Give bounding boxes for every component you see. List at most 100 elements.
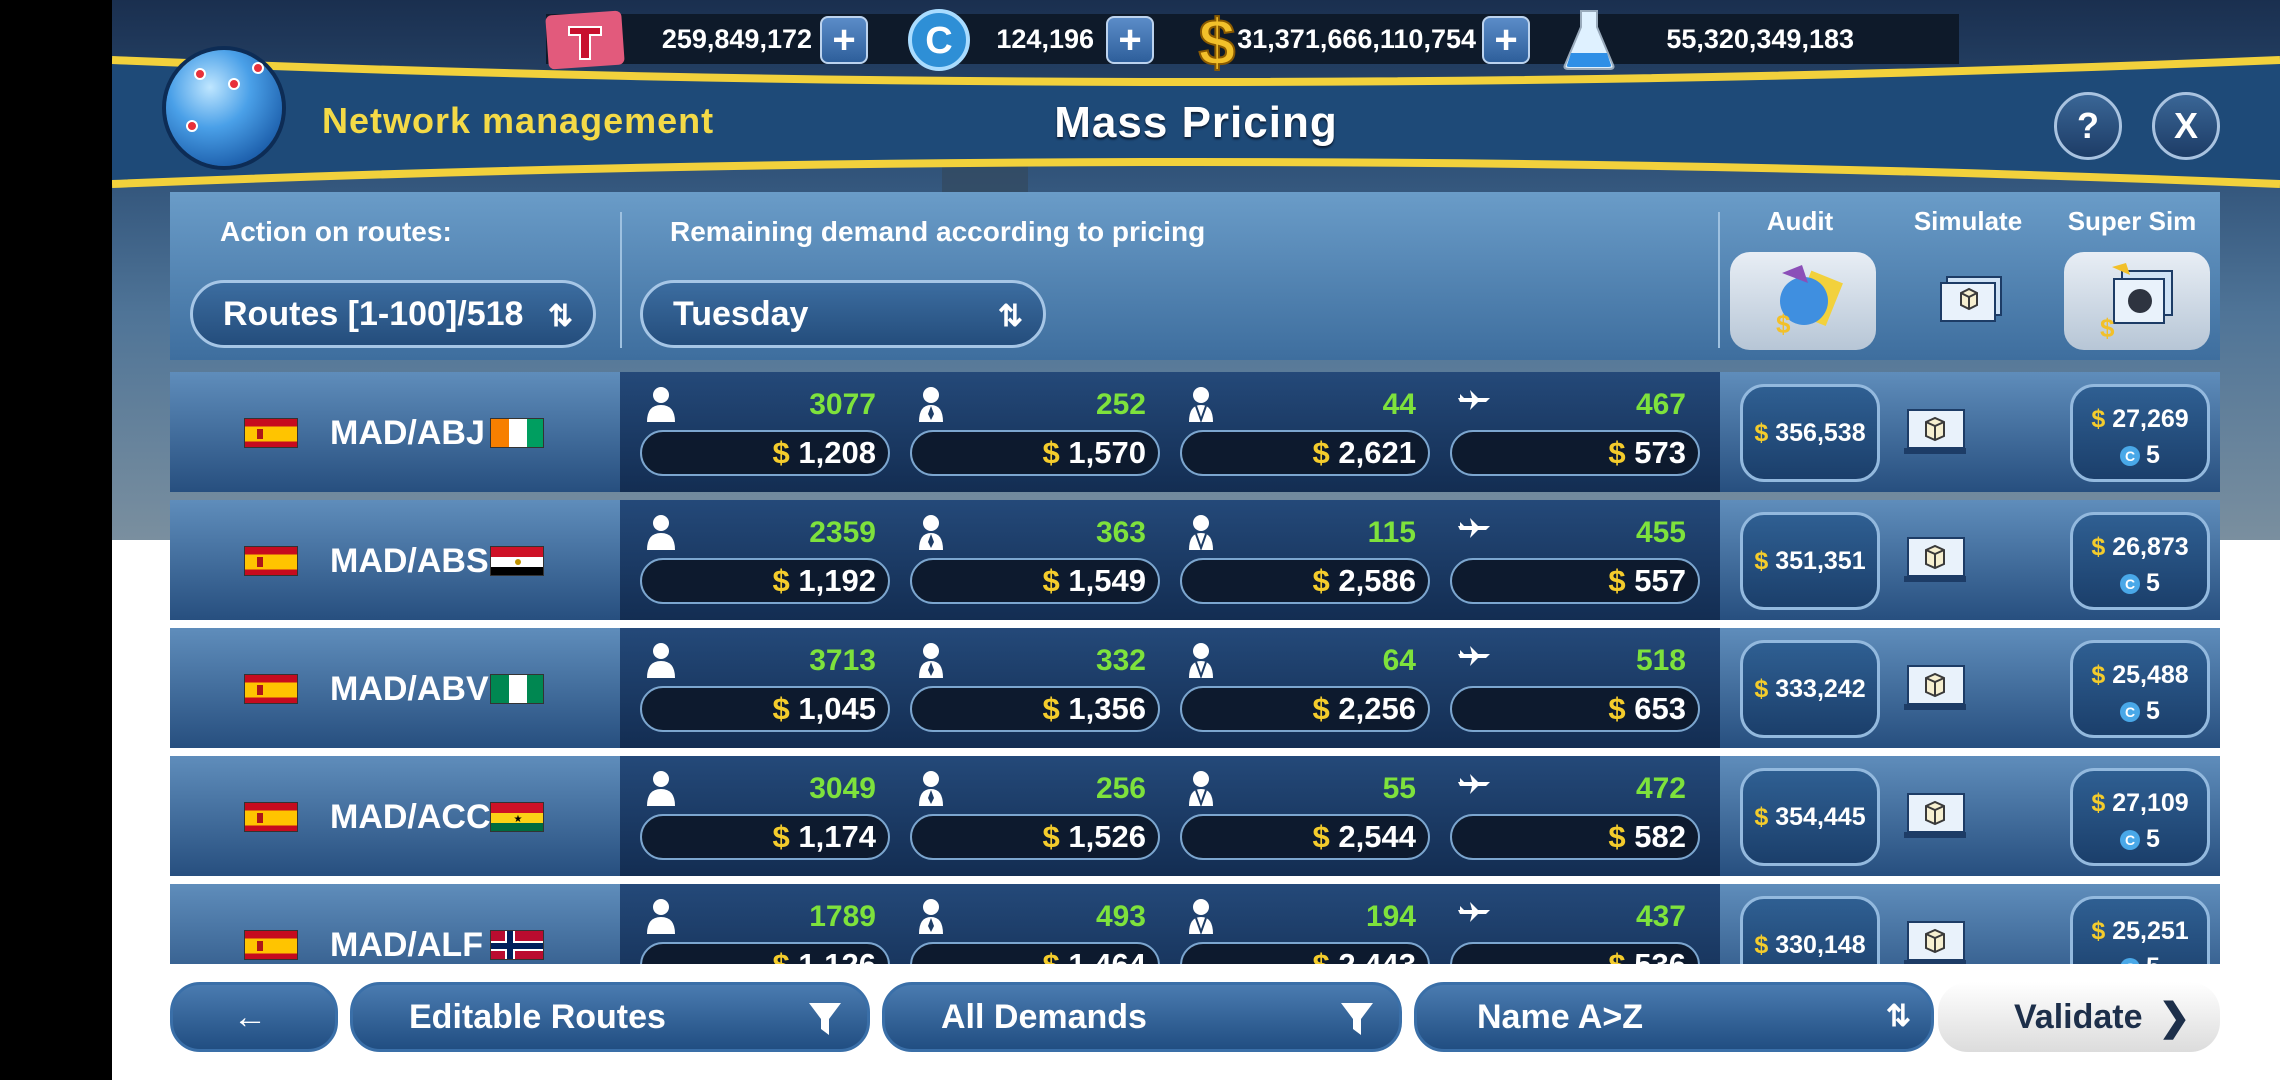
- ticket-price-input[interactable]: $ 1,570: [910, 430, 1160, 476]
- supersim-button[interactable]: $ 27,109 C 5: [2070, 768, 2210, 866]
- simulate-button[interactable]: [1902, 408, 1968, 456]
- ticket-price-input[interactable]: $ 1,126: [640, 942, 890, 964]
- funnel-icon: [1341, 1003, 1373, 1035]
- flag-es-icon: [244, 674, 298, 704]
- ticket-price-input[interactable]: $ 1,464: [910, 942, 1160, 964]
- supersim-cost: 25,251: [2112, 917, 2189, 945]
- remaining-demand: 3713: [809, 644, 876, 677]
- remaining-demand: 256: [1095, 772, 1146, 805]
- routes-range-select[interactable]: Routes [1-100]/518 ⇅: [190, 280, 596, 348]
- class-cell: 2359 $ 1,192: [640, 514, 890, 610]
- ticket-price-input[interactable]: $ 1,174: [640, 814, 890, 860]
- audit-column-header: Audit: [1766, 206, 1834, 236]
- dollar-icon: $: [1754, 546, 1769, 575]
- simulate-button[interactable]: [1902, 920, 1968, 964]
- dollar-icon: $: [772, 691, 790, 726]
- supersim-button[interactable]: $ 26,873 C 5: [2070, 512, 2210, 610]
- ticket-price-input[interactable]: $ 653: [1450, 686, 1700, 732]
- help-button[interactable]: ?: [2054, 92, 2122, 160]
- simulate-all-button[interactable]: [1896, 252, 2042, 350]
- simulate-button[interactable]: [1902, 664, 1968, 712]
- route-row: MAD/ALF 1789 $ 1,126 493 $ 1,464 194 $ 2,443 43…: [170, 884, 2220, 964]
- supersim-all-button[interactable]: $: [2064, 252, 2210, 350]
- simulate-button[interactable]: [1902, 536, 1968, 584]
- route-actions: $ 333,242 $ 25,488 C 5: [1720, 628, 2220, 748]
- price-value: 582: [1634, 819, 1686, 854]
- audit-button[interactable]: $ 356,538: [1740, 384, 1880, 482]
- close-button[interactable]: X: [2152, 92, 2220, 160]
- ticket-price-input[interactable]: $ 1,356: [910, 686, 1160, 732]
- day-select[interactable]: Tuesday ⇅: [640, 280, 1046, 348]
- economy-passenger-icon: [646, 386, 676, 422]
- audit-button[interactable]: $ 333,242: [1740, 640, 1880, 738]
- cube-screen-icon: [1940, 276, 2002, 322]
- ticket-price-input[interactable]: $ 582: [1450, 814, 1700, 860]
- simulate-button[interactable]: [1902, 792, 1968, 840]
- price-value: 2,256: [1338, 691, 1416, 726]
- flag-es-icon: [244, 802, 298, 832]
- supersim-button[interactable]: $ 25,488 C 5: [2070, 640, 2210, 738]
- simulate-column-header: Simulate: [1913, 206, 2023, 236]
- flag-ng-icon: [490, 674, 544, 704]
- c-coin-icon: C: [2120, 446, 2141, 466]
- route-name: MAD/ALF: [330, 926, 483, 964]
- business-passenger-icon: [916, 514, 946, 550]
- back-button[interactable]: ←: [170, 982, 338, 1052]
- sort-select[interactable]: Name A>Z ⇅: [1414, 982, 1934, 1052]
- price-value: 2,621: [1338, 435, 1416, 470]
- ticket-price-input[interactable]: $ 2,544: [1180, 814, 1430, 860]
- supersim-button[interactable]: $ 25,251 C5: [2070, 896, 2210, 964]
- ticket-price-input[interactable]: $ 2,256: [1180, 686, 1430, 732]
- page-title: Mass Pricing: [1054, 98, 1338, 147]
- audit-button[interactable]: $ 330,148: [1740, 896, 1880, 964]
- supersim-button[interactable]: $ 27,269 C 5: [2070, 384, 2210, 482]
- dollar-icon: $: [2091, 917, 2106, 945]
- ticket-price-input[interactable]: $ 1,045: [640, 686, 890, 732]
- route-info: MAD/ABV: [170, 628, 620, 748]
- controls-panel: Action on routes: Routes [1-100]/518 ⇅ R…: [170, 192, 2220, 360]
- class-cell: 194 $ 2,443: [1180, 898, 1430, 964]
- audit-button[interactable]: $ 354,445: [1740, 768, 1880, 866]
- ticket-price-input[interactable]: $ 2,621: [1180, 430, 1430, 476]
- ticket-price-input[interactable]: $ 2,443: [1180, 942, 1430, 964]
- ticket-price-input[interactable]: $ 2,586: [1180, 558, 1430, 604]
- demand-filter-select[interactable]: All Demands: [882, 982, 1402, 1052]
- audit-cost: 330,148: [1775, 930, 1866, 959]
- audit-all-button[interactable]: $: [1730, 252, 1876, 350]
- first-class-passenger-icon: [1186, 386, 1216, 423]
- sort-arrows-icon: ⇅: [1885, 1000, 1911, 1033]
- remaining-demand: 1789: [809, 900, 876, 933]
- audit-cost: 356,538: [1775, 418, 1866, 447]
- ticket-price-input[interactable]: $ 1,549: [910, 558, 1160, 604]
- route-row: MAD/ABS 2359 $ 1,192 363 $ 1,549 115 $ 2,586 45…: [170, 500, 2220, 620]
- ticket-price-input[interactable]: $ 1,192: [640, 558, 890, 604]
- ticket-price-input[interactable]: $ 536: [1450, 942, 1700, 964]
- ticket-price-input[interactable]: $ 557: [1450, 558, 1700, 604]
- price-value: 2,443: [1338, 947, 1416, 964]
- price-value: 1,549: [1068, 563, 1146, 598]
- remaining-demand: 115: [1367, 516, 1416, 549]
- route-actions: $ 351,351 $ 26,873 C 5: [1720, 500, 2220, 620]
- cargo-plane-icon: [1456, 898, 1490, 934]
- validate-button[interactable]: Validate ❯: [1938, 982, 2220, 1052]
- supersim-cost: 25,488: [2112, 661, 2189, 689]
- price-value: 1,526: [1068, 819, 1146, 854]
- cargo-plane-icon: [1456, 770, 1490, 806]
- c-coin-icon: C: [2120, 574, 2141, 594]
- sort-value: Name A>Z: [1477, 997, 1643, 1036]
- class-cell: 493 $ 1,464: [910, 898, 1160, 964]
- validate-label: Validate: [2014, 997, 2143, 1036]
- route-info: MAD/ABJ: [170, 372, 620, 492]
- ticket-price-input[interactable]: $ 1,208: [640, 430, 890, 476]
- route-filter-select[interactable]: Editable Routes: [350, 982, 870, 1052]
- ticket-price-input[interactable]: $ 1,526: [910, 814, 1160, 860]
- ticket-price-input[interactable]: $ 573: [1450, 430, 1700, 476]
- dollar-icon: $: [1608, 563, 1626, 598]
- dollar-icon: $: [1608, 691, 1626, 726]
- price-value: 1,208: [798, 435, 876, 470]
- remaining-demand: 455: [1635, 516, 1686, 549]
- audit-button[interactable]: $ 351,351: [1740, 512, 1880, 610]
- dollar-icon: $: [1754, 674, 1769, 703]
- class-cell: 252 $ 1,570: [910, 386, 1160, 482]
- supersim-cost: 26,873: [2112, 533, 2189, 561]
